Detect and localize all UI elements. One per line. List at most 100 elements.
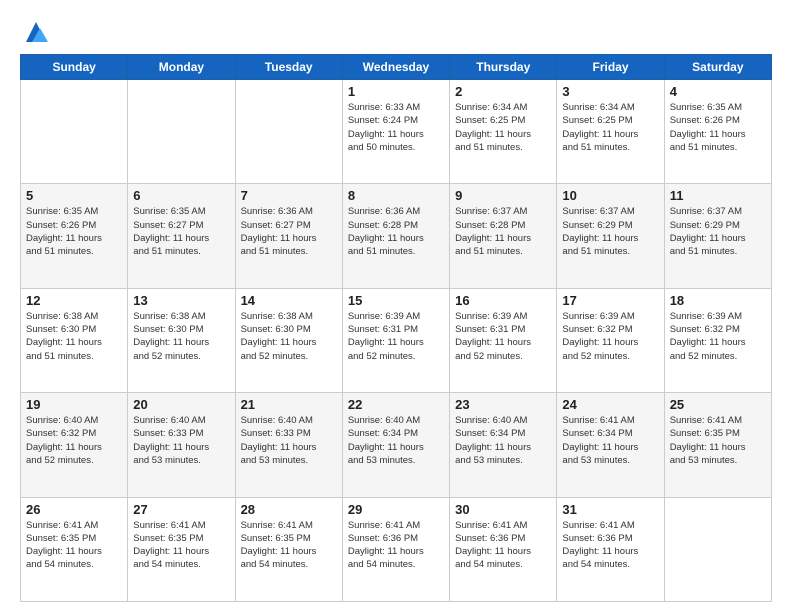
day-number: 22: [348, 397, 444, 412]
logo: [20, 18, 50, 46]
day-info: Sunrise: 6:35 AM Sunset: 6:26 PM Dayligh…: [670, 101, 766, 154]
calendar-day-cell: 31Sunrise: 6:41 AM Sunset: 6:36 PM Dayli…: [557, 497, 664, 601]
day-info: Sunrise: 6:39 AM Sunset: 6:32 PM Dayligh…: [562, 310, 658, 363]
weekday-header-monday: Monday: [128, 55, 235, 80]
day-info: Sunrise: 6:34 AM Sunset: 6:25 PM Dayligh…: [455, 101, 551, 154]
day-info: Sunrise: 6:37 AM Sunset: 6:29 PM Dayligh…: [562, 205, 658, 258]
weekday-header-wednesday: Wednesday: [342, 55, 449, 80]
day-number: 15: [348, 293, 444, 308]
calendar-day-cell: 15 Sunrise: 6:39 AM Sunset: 6:31 PM Dayli…: [342, 288, 449, 392]
day-number: 17: [562, 293, 658, 308]
day-number: 13: [133, 293, 229, 308]
day-number: 21: [241, 397, 337, 412]
day-number: 1: [348, 84, 444, 99]
day-info: Sunrise: 6:38 AM Sunset: 6:30 PM Dayligh…: [241, 310, 337, 363]
day-info: Sunrise: 6:38 AM Sunset: 6:30 PM Dayligh…: [26, 310, 122, 363]
calendar-header-row: SundayMondayTuesdayWednesdayThursdayFrid…: [21, 55, 772, 80]
day-number: 25: [670, 397, 766, 412]
day-number: 18: [670, 293, 766, 308]
day-number: 3: [562, 84, 658, 99]
calendar-day-cell: 12 Sunrise: 6:38 AM Sunset: 6:30 PM Dayli…: [21, 288, 128, 392]
day-info: Sunrise: 6:39 AM Sunset: 6:32 PM Dayligh…: [670, 310, 766, 363]
day-info: Sunrise: 6:37 AM Sunset: 6:28 PM Dayligh…: [455, 205, 551, 258]
weekday-header-thursday: Thursday: [450, 55, 557, 80]
day-number: 12: [26, 293, 122, 308]
day-number: 8: [348, 188, 444, 203]
day-info: Sunrise: 6:35 AM Sunset: 6:27 PM Dayligh…: [133, 205, 229, 258]
day-number: 10: [562, 188, 658, 203]
day-info: Sunrise: 6:40 AM Sunset: 6:34 PM Dayligh…: [348, 414, 444, 467]
calendar-day-cell: 27 Sunrise: 6:41 AM Sunset: 6:35 PM Dayli…: [128, 497, 235, 601]
calendar-day-cell: 13Sunrise: 6:38 AM Sunset: 6:30 PM Dayli…: [128, 288, 235, 392]
day-number: 24: [562, 397, 658, 412]
calendar-day-cell: 10 Sunrise: 6:37 AM Sunset: 6:29 PM Dayli…: [557, 184, 664, 288]
day-number: 4: [670, 84, 766, 99]
day-info: Sunrise: 6:40 AM Sunset: 6:33 PM Dayligh…: [241, 414, 337, 467]
calendar-day-cell: 24 Sunrise: 6:41 AM Sunset: 6:34 PM Dayli…: [557, 393, 664, 497]
calendar-day-cell: 16Sunrise: 6:39 AM Sunset: 6:31 PM Dayli…: [450, 288, 557, 392]
day-number: 26: [26, 502, 122, 517]
day-info: Sunrise: 6:41 AM Sunset: 6:35 PM Dayligh…: [133, 519, 229, 572]
day-info: Sunrise: 6:33 AM Sunset: 6:24 PM Dayligh…: [348, 101, 444, 154]
calendar-empty-cell: [128, 80, 235, 184]
day-info: Sunrise: 6:36 AM Sunset: 6:28 PM Dayligh…: [348, 205, 444, 258]
day-info: Sunrise: 6:41 AM Sunset: 6:35 PM Dayligh…: [26, 519, 122, 572]
day-info: Sunrise: 6:39 AM Sunset: 6:31 PM Dayligh…: [455, 310, 551, 363]
day-number: 31: [562, 502, 658, 517]
header: [20, 18, 772, 46]
calendar-empty-cell: [21, 80, 128, 184]
calendar-day-cell: 14 Sunrise: 6:38 AM Sunset: 6:30 PM Dayli…: [235, 288, 342, 392]
calendar-table: SundayMondayTuesdayWednesdayThursdayFrid…: [20, 54, 772, 602]
calendar-empty-cell: [664, 497, 771, 601]
day-info: Sunrise: 6:35 AM Sunset: 6:26 PM Dayligh…: [26, 205, 122, 258]
calendar-day-cell: 26 Sunrise: 6:41 AM Sunset: 6:35 PM Dayli…: [21, 497, 128, 601]
day-info: Sunrise: 6:36 AM Sunset: 6:27 PM Dayligh…: [241, 205, 337, 258]
day-number: 29: [348, 502, 444, 517]
calendar-day-cell: 11Sunrise: 6:37 AM Sunset: 6:29 PM Dayli…: [664, 184, 771, 288]
logo-icon: [22, 18, 50, 46]
calendar-day-cell: 8 Sunrise: 6:36 AM Sunset: 6:28 PM Daylig…: [342, 184, 449, 288]
calendar-week-row: 26 Sunrise: 6:41 AM Sunset: 6:35 PM Dayli…: [21, 497, 772, 601]
day-info: Sunrise: 6:39 AM Sunset: 6:31 PM Dayligh…: [348, 310, 444, 363]
calendar-day-cell: 28 Sunrise: 6:41 AM Sunset: 6:35 PM Dayli…: [235, 497, 342, 601]
calendar-day-cell: 18 Sunrise: 6:39 AM Sunset: 6:32 PM Dayli…: [664, 288, 771, 392]
day-number: 9: [455, 188, 551, 203]
calendar-day-cell: 19Sunrise: 6:40 AM Sunset: 6:32 PM Dayli…: [21, 393, 128, 497]
calendar-day-cell: 25 Sunrise: 6:41 AM Sunset: 6:35 PM Dayli…: [664, 393, 771, 497]
day-info: Sunrise: 6:40 AM Sunset: 6:33 PM Dayligh…: [133, 414, 229, 467]
calendar-day-cell: 9 Sunrise: 6:37 AM Sunset: 6:28 PM Daylig…: [450, 184, 557, 288]
day-number: 30: [455, 502, 551, 517]
day-number: 5: [26, 188, 122, 203]
calendar-day-cell: 7 Sunrise: 6:36 AM Sunset: 6:27 PM Daylig…: [235, 184, 342, 288]
calendar-week-row: 19Sunrise: 6:40 AM Sunset: 6:32 PM Dayli…: [21, 393, 772, 497]
day-number: 11: [670, 188, 766, 203]
weekday-header-sunday: Sunday: [21, 55, 128, 80]
calendar-day-cell: 6 Sunrise: 6:35 AM Sunset: 6:27 PM Daylig…: [128, 184, 235, 288]
calendar-day-cell: 5 Sunrise: 6:35 AM Sunset: 6:26 PM Daylig…: [21, 184, 128, 288]
calendar-day-cell: 20Sunrise: 6:40 AM Sunset: 6:33 PM Dayli…: [128, 393, 235, 497]
calendar-day-cell: 22 Sunrise: 6:40 AM Sunset: 6:34 PM Dayli…: [342, 393, 449, 497]
calendar-day-cell: 30Sunrise: 6:41 AM Sunset: 6:36 PM Dayli…: [450, 497, 557, 601]
day-info: Sunrise: 6:41 AM Sunset: 6:36 PM Dayligh…: [348, 519, 444, 572]
day-info: Sunrise: 6:41 AM Sunset: 6:35 PM Dayligh…: [241, 519, 337, 572]
day-info: Sunrise: 6:41 AM Sunset: 6:34 PM Dayligh…: [562, 414, 658, 467]
calendar-day-cell: 1 Sunrise: 6:33 AM Sunset: 6:24 PM Daylig…: [342, 80, 449, 184]
calendar-day-cell: 3 Sunrise: 6:34 AM Sunset: 6:25 PM Daylig…: [557, 80, 664, 184]
day-number: 27: [133, 502, 229, 517]
weekday-header-tuesday: Tuesday: [235, 55, 342, 80]
day-number: 6: [133, 188, 229, 203]
day-number: 14: [241, 293, 337, 308]
day-number: 28: [241, 502, 337, 517]
day-info: Sunrise: 6:41 AM Sunset: 6:35 PM Dayligh…: [670, 414, 766, 467]
day-info: Sunrise: 6:34 AM Sunset: 6:25 PM Dayligh…: [562, 101, 658, 154]
weekday-header-saturday: Saturday: [664, 55, 771, 80]
calendar-week-row: 1 Sunrise: 6:33 AM Sunset: 6:24 PM Daylig…: [21, 80, 772, 184]
day-number: 7: [241, 188, 337, 203]
calendar-day-cell: 17 Sunrise: 6:39 AM Sunset: 6:32 PM Dayli…: [557, 288, 664, 392]
calendar-day-cell: 2Sunrise: 6:34 AM Sunset: 6:25 PM Daylig…: [450, 80, 557, 184]
calendar-day-cell: 23Sunrise: 6:40 AM Sunset: 6:34 PM Dayli…: [450, 393, 557, 497]
calendar-week-row: 12 Sunrise: 6:38 AM Sunset: 6:30 PM Dayli…: [21, 288, 772, 392]
page: SundayMondayTuesdayWednesdayThursdayFrid…: [0, 0, 792, 612]
calendar-week-row: 5 Sunrise: 6:35 AM Sunset: 6:26 PM Daylig…: [21, 184, 772, 288]
day-number: 23: [455, 397, 551, 412]
